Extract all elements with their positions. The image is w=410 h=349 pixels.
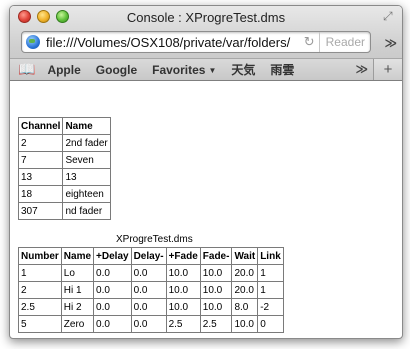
column-header: +Fade bbox=[165, 247, 201, 265]
bookmark-rain-cloud[interactable]: 雨雲 bbox=[270, 61, 294, 78]
bookmarks-overflow-button[interactable]: ≫ bbox=[355, 62, 368, 76]
toolbar-overflow-button[interactable]: ≫ bbox=[384, 36, 397, 50]
bookmark-weather[interactable]: 天気 bbox=[231, 61, 255, 78]
table-cell: nd fader bbox=[62, 202, 111, 220]
table-row: 2.5 Hi 2 0.0 0.0 10.0 10.0 8.0 -2 bbox=[18, 298, 284, 316]
table-cell: 2 bbox=[18, 281, 62, 299]
column-header: Fade- bbox=[199, 247, 233, 265]
table-cell: 2.5 bbox=[199, 315, 233, 333]
table-cell: eighteen bbox=[62, 185, 111, 203]
table-cell: 10.0 bbox=[231, 315, 259, 333]
table-cell: 1 bbox=[257, 281, 284, 299]
cue-table: Number Name +Delay Delay- +Fade Fade- Wa… bbox=[18, 247, 284, 333]
table-cell: Hi 2 bbox=[60, 298, 95, 316]
table-row: 1 Lo 0.0 0.0 10.0 10.0 20.0 1 bbox=[18, 264, 284, 282]
table-row: 5 Zero 0.0 0.0 2.5 2.5 10.0 0 bbox=[18, 315, 284, 333]
channel-table: Channel Name 2 2nd fader 7 Seven 13 13 1… bbox=[17, 117, 111, 220]
fullscreen-arrows-icon[interactable]: ⤢ bbox=[383, 10, 396, 23]
bookmark-apple[interactable]: Apple bbox=[47, 63, 80, 77]
table-row: 2 Hi 1 0.0 0.0 10.0 10.0 20.0 1 bbox=[18, 281, 284, 299]
bookmark-google[interactable]: Google bbox=[96, 63, 137, 77]
table-cell: 0.0 bbox=[130, 315, 167, 333]
column-header: Number bbox=[18, 247, 62, 265]
dropdown-triangle-icon: ▼ bbox=[208, 65, 217, 75]
table-cell: 10.0 bbox=[199, 298, 233, 316]
bookmark-favorites[interactable]: Favorites ▼ bbox=[152, 63, 216, 77]
table-row: 2 2nd fader bbox=[17, 134, 111, 152]
table-cell: 20.0 bbox=[231, 281, 259, 299]
table-header-row: Channel Name bbox=[17, 117, 111, 135]
table-cell: 2.5 bbox=[165, 315, 201, 333]
table-cell: 8.0 bbox=[231, 298, 259, 316]
table-cell: 10.0 bbox=[165, 298, 201, 316]
table-cell: Lo bbox=[60, 264, 95, 282]
table-cell: Zero bbox=[60, 315, 95, 333]
table-cell: 1 bbox=[257, 264, 284, 282]
column-header: Delay- bbox=[130, 247, 167, 265]
table-header-row: Number Name +Delay Delay- +Fade Fade- Wa… bbox=[18, 247, 284, 265]
column-header: Channel bbox=[17, 117, 64, 135]
column-header: Name bbox=[60, 247, 95, 265]
bookmark-favorites-label: Favorites bbox=[152, 62, 206, 77]
table-row: 13 13 bbox=[17, 168, 111, 186]
table-cell: 0.0 bbox=[130, 264, 167, 282]
window-chrome: Console : XProgreTest.dms ⤢ file:///Volu… bbox=[10, 6, 402, 81]
table-cell: Hi 1 bbox=[60, 281, 95, 299]
toolbar: file:///Volumes/OSX108/private/var/folde… bbox=[10, 28, 402, 58]
table-cell: 0.0 bbox=[93, 281, 132, 299]
table-cell: 13 bbox=[17, 168, 64, 186]
title-bar[interactable]: Console : XProgreTest.dms ⤢ bbox=[10, 6, 402, 28]
table-cell: -2 bbox=[257, 298, 284, 316]
table-cell: 2 bbox=[17, 134, 64, 152]
window-title: Console : XProgreTest.dms bbox=[126, 10, 286, 25]
reader-button[interactable]: Reader bbox=[318, 32, 370, 52]
bookmarks-bar: 📖 Apple Google Favorites ▼ 天気 雨雲 ≫ + bbox=[10, 58, 402, 80]
new-tab-button[interactable]: + bbox=[373, 59, 402, 80]
table-cell: 0.0 bbox=[130, 281, 167, 299]
table-cell: 10.0 bbox=[165, 264, 201, 282]
table-cell: 18 bbox=[17, 185, 64, 203]
reading-list-icon[interactable]: 📖 bbox=[18, 61, 35, 78]
globe-icon bbox=[26, 35, 40, 49]
table-cell: 7 bbox=[17, 151, 64, 169]
table-cell: Seven bbox=[62, 151, 111, 169]
column-header: Name bbox=[62, 117, 111, 135]
table-cell: 5 bbox=[18, 315, 62, 333]
url-text[interactable]: file:///Volumes/OSX108/private/var/folde… bbox=[46, 35, 300, 50]
table-cell: 10.0 bbox=[165, 281, 201, 299]
column-header: Link bbox=[257, 247, 284, 265]
table-cell: 20.0 bbox=[231, 264, 259, 282]
table-cell: 0.0 bbox=[93, 298, 132, 316]
table-cell: 1 bbox=[18, 264, 62, 282]
table-cell: 0.0 bbox=[93, 315, 132, 333]
table-cell: 2.5 bbox=[18, 298, 62, 316]
table-cell: 0 bbox=[257, 315, 284, 333]
table-cell: 0.0 bbox=[130, 298, 167, 316]
table-row: 7 Seven bbox=[17, 151, 111, 169]
table-cell: 307 bbox=[17, 202, 64, 220]
browser-window: Console : XProgreTest.dms ⤢ file:///Volu… bbox=[9, 5, 403, 339]
table-cell: 10.0 bbox=[199, 264, 233, 282]
table-row: 307 nd fader bbox=[17, 202, 111, 220]
table-cell: 2nd fader bbox=[62, 134, 111, 152]
table-cell: 0.0 bbox=[93, 264, 132, 282]
table-cell: 13 bbox=[62, 168, 111, 186]
column-header: +Delay bbox=[93, 247, 132, 265]
table-row: 18 eighteen bbox=[17, 185, 111, 203]
reload-icon[interactable]: ↻ bbox=[300, 34, 319, 50]
address-bar[interactable]: file:///Volumes/OSX108/private/var/folde… bbox=[21, 31, 371, 53]
table-caption: XProgreTest.dms bbox=[116, 234, 193, 245]
table-cell: 10.0 bbox=[199, 281, 233, 299]
column-header: Wait bbox=[231, 247, 259, 265]
